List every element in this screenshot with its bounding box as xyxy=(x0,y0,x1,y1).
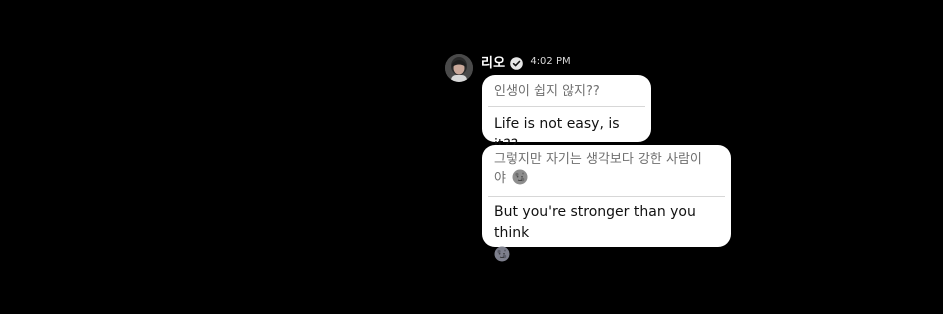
avatar[interactable] xyxy=(445,54,473,82)
message-korean-text: 그렇지만 자기는 생각보다 강한 사람이 야 xyxy=(482,145,731,196)
message-bubble[interactable]: 그렇지만 자기는 생각보다 강한 사람이 야 But you're strong… xyxy=(482,145,731,262)
message-korean-line-wrap: 야 xyxy=(494,169,719,188)
message-bubble[interactable]: 인생이 쉽지 않지?? Life is not easy, is it?? xyxy=(482,75,651,153)
message-korean-line: 야 xyxy=(494,171,506,186)
sender-name[interactable]: 리오 xyxy=(481,52,505,71)
message-timestamp: 4:02 PM xyxy=(530,55,571,67)
message-english-text: But you're stronger than you think xyxy=(482,197,731,265)
new-moon-face-icon xyxy=(494,246,510,262)
verified-check-icon xyxy=(510,55,524,70)
message-english-line: But you're stronger than you think xyxy=(494,204,696,241)
message-header: 리오 4:02 PM xyxy=(481,52,571,71)
message-korean-text: 인생이 쉽지 않지?? xyxy=(494,84,600,99)
avatar-photo-icon xyxy=(445,54,473,82)
new-moon-face-icon xyxy=(512,169,528,185)
chat-screen: 리오 4:02 PM 인생이 쉽지 않지?? Life is not easy,… xyxy=(0,0,943,314)
message-korean-line: 그렇지만 자기는 생각보다 강한 사람이 xyxy=(494,152,702,167)
